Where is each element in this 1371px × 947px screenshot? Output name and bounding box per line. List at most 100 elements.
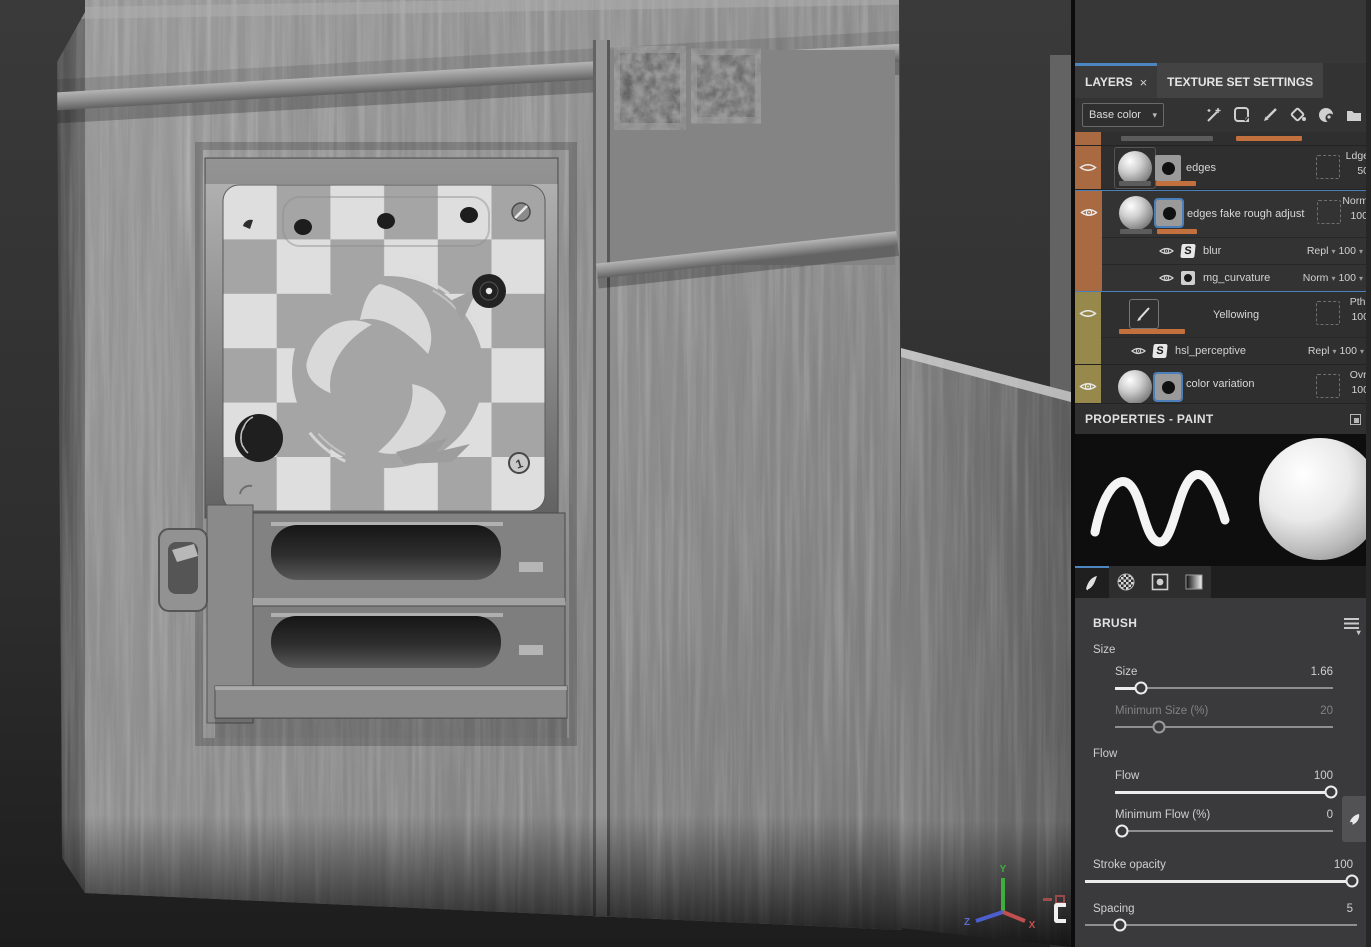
minimum-size-label: Minimum Size (%) (1115, 705, 1208, 717)
layer-thumbnail[interactable] (1119, 196, 1153, 230)
flow-slider[interactable] (1115, 784, 1333, 799)
layer-thumbnail[interactable] (1118, 151, 1152, 185)
layer-blend-mode: Ldge (1325, 149, 1369, 164)
axis-y-label: Y (1000, 864, 1007, 875)
add-effect-icon[interactable] (1205, 106, 1223, 124)
spacing-slider-row: Spacing 5 (1085, 900, 1357, 932)
size-value[interactable]: 1.66 (1311, 666, 1333, 678)
tab-stencil[interactable] (1143, 566, 1177, 598)
minimum-size-slider-row: Minimum Size (%) 20 (1115, 702, 1333, 734)
effect-opacity[interactable]: 100 (1338, 245, 1356, 257)
layer-row[interactable]: edges Ldge 50 (1075, 146, 1371, 190)
viewport-panel-collapse-button[interactable] (1054, 903, 1066, 923)
effect-blend-mode[interactable]: Norm (1303, 272, 1329, 284)
stroke-opacity-value[interactable]: 100 (1334, 859, 1353, 871)
layer-visibility-toggle[interactable] (1075, 146, 1101, 189)
add-smart-mask-icon[interactable] (1233, 106, 1251, 124)
layer-effect-row[interactable]: mg_curvature Norm ▾ 100 ▾ (1102, 264, 1370, 291)
tab-layers-label: LAYERS (1085, 75, 1133, 89)
panel-scrollbar[interactable] (1366, 0, 1371, 947)
channel-selector-dropdown[interactable]: Base color ▾ (1082, 103, 1164, 127)
chevron-down-icon: ▾ (1331, 247, 1335, 256)
effect-blend-mode[interactable]: Repl (1308, 345, 1330, 357)
tab-texture-set-settings[interactable]: TEXTURE SET SETTINGS (1157, 63, 1323, 98)
layer-thumbnail[interactable] (1118, 370, 1152, 403)
minimum-size-slider[interactable] (1115, 719, 1333, 734)
layer-row[interactable]: Yellowing Pthr 100 S hsl_perceptive (1075, 292, 1371, 365)
layer-visibility-toggle[interactable] (1076, 191, 1102, 291)
3d-viewport[interactable]: 1 (0, 0, 1071, 947)
chevron-down-icon: ▾ (1359, 274, 1363, 283)
layer-visibility-toggle[interactable] (1075, 292, 1101, 364)
effect-name: blur (1203, 245, 1307, 257)
paint-mode-tabs (1075, 566, 1371, 598)
size-slider-row: Size 1.66 (1115, 663, 1333, 695)
effect-name: hsl_perceptive (1175, 345, 1308, 357)
layer-effect-row[interactable]: S blur Repl ▾ 100 ▾ (1102, 237, 1370, 264)
chevron-down-icon: ▾ (1359, 247, 1363, 256)
minimum-flow-slider[interactable] (1115, 823, 1333, 838)
tab-layers[interactable]: LAYERS × (1075, 63, 1157, 98)
tab-brush[interactable] (1075, 566, 1109, 598)
material-sphere-preview (1259, 438, 1371, 560)
layer-blend-mode: Norm (1324, 194, 1368, 209)
spacing-slider[interactable] (1085, 917, 1357, 932)
add-fill-layer-icon[interactable] (1289, 106, 1307, 124)
layer-mask-thumbnail[interactable] (1155, 374, 1181, 400)
layer-name: color variation (1186, 365, 1254, 403)
size-label: Size (1115, 666, 1137, 678)
minimum-flow-label: Minimum Flow (%) (1115, 809, 1210, 821)
effect-visibility-toggle[interactable] (1159, 273, 1174, 283)
layer-mask-thumbnail[interactable] (1156, 200, 1182, 226)
dock-header-space (1075, 0, 1371, 63)
substance-filter-icon: S (1153, 344, 1167, 358)
paint-layer-thumbnail[interactable] (1129, 299, 1159, 329)
layer-row[interactable]: color variation Ovrl 100 (1075, 365, 1371, 404)
effect-opacity[interactable]: 100 (1338, 272, 1356, 284)
stroke-opacity-label: Stroke opacity (1093, 859, 1166, 871)
stroke-opacity-slider[interactable] (1085, 873, 1357, 888)
flow-pen-pressure-button[interactable] (1342, 796, 1368, 842)
layer-row-partial[interactable] (1075, 132, 1371, 146)
layer-name: Yellowing (1213, 292, 1259, 337)
layer-mask-thumbnail[interactable] (1155, 155, 1181, 181)
right-dock-panel: LAYERS × TEXTURE SET SETTINGS Base color… (1075, 0, 1371, 947)
minimum-flow-value[interactable]: 0 (1327, 809, 1333, 821)
properties-title: PROPERTIES - PAINT (1085, 412, 1214, 426)
eye-open-icon (1131, 346, 1146, 356)
add-paint-layer-icon[interactable] (1261, 106, 1279, 124)
tab-grayscale[interactable] (1177, 566, 1211, 598)
layer-effect-row[interactable]: S hsl_perceptive Repl ▾ 100 ▾ (1101, 337, 1371, 364)
spacing-value[interactable]: 5 (1347, 903, 1353, 915)
effect-visibility-toggle[interactable] (1159, 246, 1174, 256)
stroke-opacity-slider-row: Stroke opacity 100 (1085, 856, 1357, 888)
effect-opacity[interactable]: 100 (1339, 345, 1357, 357)
layer-opacity: 100 (1324, 209, 1368, 224)
eye-open-icon (1080, 207, 1098, 218)
effect-blend-mode[interactable]: Repl (1307, 245, 1329, 257)
close-icon[interactable]: × (1140, 75, 1148, 90)
viewport-scene: 1 (0, 0, 1071, 947)
effect-visibility-toggle[interactable] (1131, 346, 1146, 356)
layer-visibility-toggle[interactable] (1075, 365, 1101, 403)
axis-x-label: X (1029, 920, 1036, 931)
grayscale-gradient-icon (1184, 572, 1204, 592)
preset-menu-icon[interactable]: ▾ (1344, 618, 1359, 629)
layers-toolbar: Base color ▾ (1075, 98, 1371, 132)
tab-texture-set-settings-label: TEXTURE SET SETTINGS (1167, 75, 1313, 89)
flow-value[interactable]: 100 (1314, 770, 1333, 782)
stencil-icon (1150, 572, 1170, 592)
substance-filter-icon: S (1181, 244, 1195, 258)
minimum-size-value[interactable]: 20 (1320, 705, 1333, 717)
layer-row-selected[interactable]: edges fake rough adjust Norm 100 S blur (1075, 190, 1371, 292)
tab-alpha[interactable] (1109, 566, 1143, 598)
flow-group-label: Flow (1075, 734, 1371, 760)
brush-section-title: BRUSH (1093, 616, 1137, 630)
flow-slider-row: Flow 100 (1115, 767, 1333, 799)
add-smart-material-icon[interactable] (1317, 106, 1335, 124)
chevron-down-icon: ▾ (1152, 110, 1157, 121)
size-slider[interactable] (1115, 680, 1333, 695)
undock-icon[interactable] (1350, 414, 1361, 425)
add-folder-icon[interactable] (1345, 106, 1363, 124)
size-group-label: Size (1075, 630, 1371, 656)
